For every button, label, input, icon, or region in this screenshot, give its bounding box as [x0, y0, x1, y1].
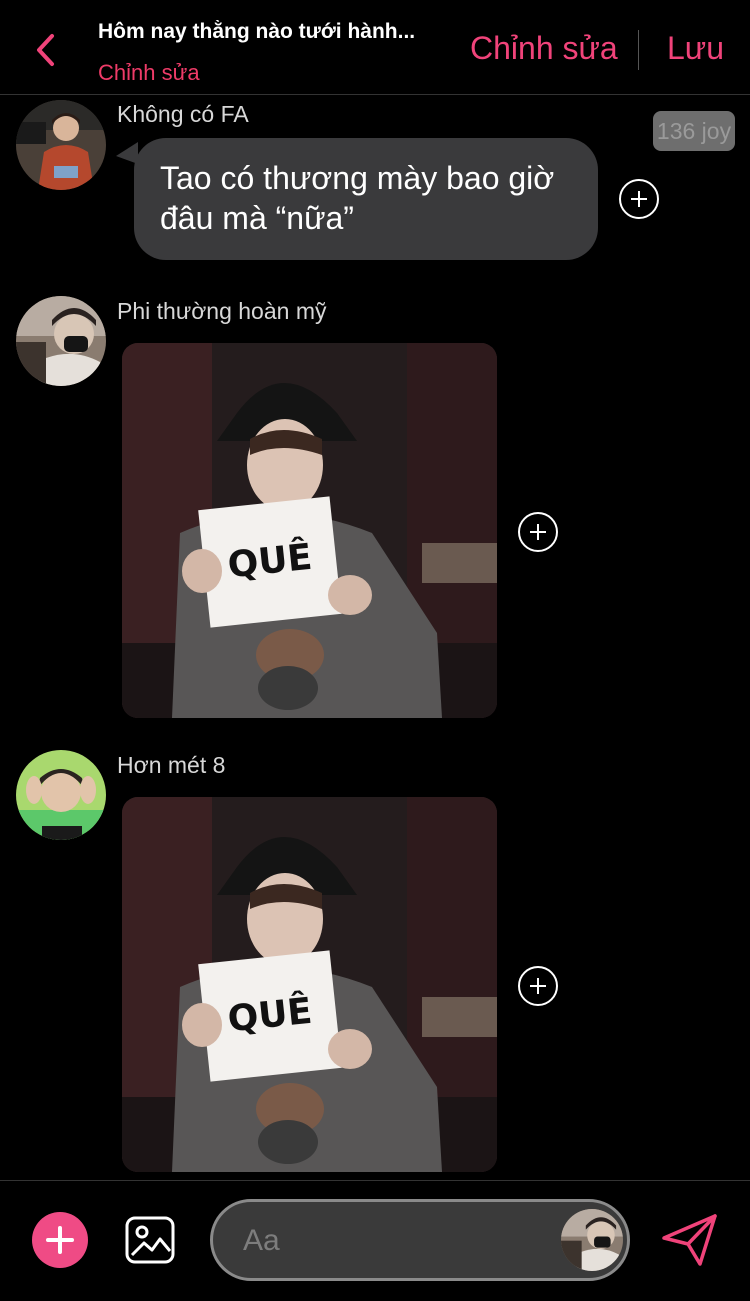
- avatar-image: [16, 750, 106, 840]
- message-bubble[interactable]: Tao có thương mày bao giờ đâu mà “nữa”: [134, 138, 598, 260]
- message-photo[interactable]: QUÊ: [122, 343, 497, 718]
- plus-icon: [46, 1226, 74, 1254]
- save-button[interactable]: Lưu: [667, 30, 724, 67]
- thread-title: Hôm nay thằng nào tưới hành...: [98, 20, 416, 43]
- message-input[interactable]: [241, 1220, 545, 1262]
- photo-image: QUÊ: [122, 343, 497, 718]
- paper-plane-icon: [662, 1214, 717, 1266]
- sender-name: Phi thường hoàn mỹ: [117, 298, 327, 324]
- message-input-box[interactable]: [210, 1199, 630, 1281]
- header-bar: Hôm nay thằng nào tưới hành... Chỉnh sửa…: [0, 0, 750, 95]
- message-photo[interactable]: QUÊ: [122, 797, 497, 1172]
- add-reaction-button[interactable]: [619, 179, 659, 219]
- send-button[interactable]: [660, 1212, 720, 1268]
- plus-icon: [631, 191, 647, 207]
- sender-name: Hơn mét 8: [117, 752, 226, 778]
- image-icon: [125, 1216, 175, 1264]
- chevron-left-icon: [37, 34, 54, 66]
- avatar-image: [16, 296, 106, 386]
- joy-badge[interactable]: 136 joy: [653, 111, 735, 151]
- avatar-image: [561, 1209, 623, 1271]
- message-text-line: Tao có thương mày bao giờ: [160, 160, 555, 196]
- avatar[interactable]: [16, 100, 106, 190]
- photo-image: QUÊ: [122, 797, 497, 1172]
- message-text-line: đâu mà “nữa”: [160, 200, 354, 236]
- add-reaction-button[interactable]: [518, 512, 558, 552]
- add-attachment-button[interactable]: [32, 1212, 88, 1268]
- sender-name: Không có FA: [117, 101, 249, 127]
- sign-text: QUÊ: [226, 536, 314, 587]
- back-button[interactable]: [28, 28, 62, 72]
- plus-icon: [530, 524, 546, 540]
- add-reaction-button[interactable]: [518, 966, 558, 1006]
- header-divider: [638, 30, 639, 70]
- avatar[interactable]: [561, 1209, 623, 1271]
- gallery-button[interactable]: [124, 1215, 176, 1265]
- edit-button[interactable]: Chỉnh sửa: [470, 30, 618, 67]
- plus-icon: [530, 978, 546, 994]
- avatar[interactable]: [16, 296, 106, 386]
- thread-subtitle[interactable]: Chỉnh sửa: [98, 60, 200, 86]
- sign-text: QUÊ: [226, 990, 314, 1041]
- avatar-image: [16, 100, 106, 190]
- avatar[interactable]: [16, 750, 106, 840]
